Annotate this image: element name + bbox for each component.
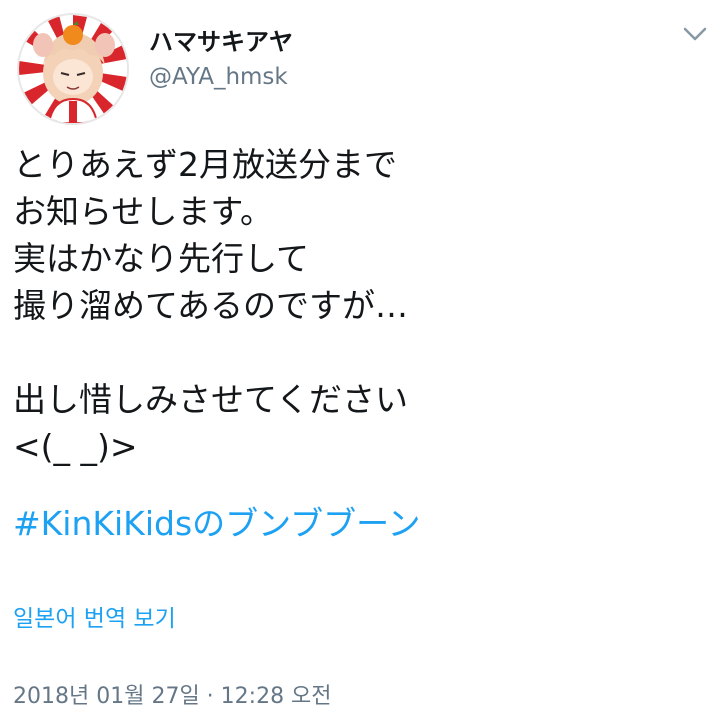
tweet-text-line bbox=[13, 329, 703, 376]
user-handle[interactable]: @AYA_hmsk bbox=[149, 62, 288, 92]
tweet-text: とりあえず2月放送分まで お知らせします。 実はかなり先行して 撮り溜めてあるの… bbox=[13, 141, 703, 470]
tweet-text-line: 撮り溜めてあるのですが… bbox=[13, 286, 409, 325]
tweet-text-line: 出し惜しみさせてください bbox=[13, 380, 409, 419]
translate-link[interactable]: 일본어 번역 보기 bbox=[13, 602, 176, 636]
tweet-text-line: お知らせします。 bbox=[13, 192, 274, 231]
tweet-text-line: 実はかなり先行して bbox=[13, 239, 310, 278]
hashtag-link[interactable]: #KinKiKidsのブンブブーン bbox=[13, 500, 421, 547]
chevron-down-icon[interactable] bbox=[680, 22, 710, 46]
avatar-image bbox=[19, 15, 127, 123]
tweet-text-line: とりあえず2月放送分まで bbox=[13, 145, 397, 184]
tweet-text-line: <(_ _)> bbox=[13, 427, 138, 466]
timestamp: 2018년 01월 27일 · 12:28 오전 bbox=[13, 684, 332, 709]
tweet-card: ハマサキアヤ @AYA_hmsk とりあえず2月放送分まで お知らせします。 実… bbox=[0, 0, 720, 723]
avatar[interactable] bbox=[17, 13, 129, 125]
display-name[interactable]: ハマサキアヤ bbox=[149, 27, 293, 57]
